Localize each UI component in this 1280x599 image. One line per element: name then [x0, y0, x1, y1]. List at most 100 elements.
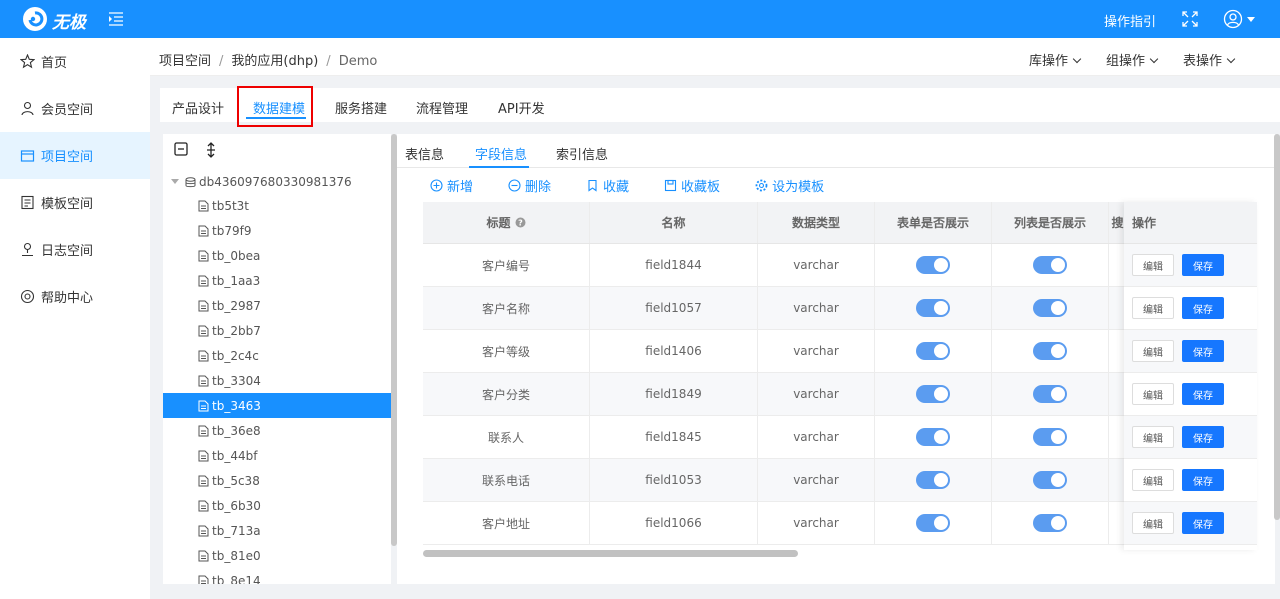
- save-button[interactable]: 保存: [1182, 383, 1224, 405]
- form-show-toggle[interactable]: [916, 256, 950, 274]
- edit-button[interactable]: 编辑: [1132, 297, 1174, 319]
- save-button[interactable]: 保存: [1182, 512, 1224, 534]
- form-show-toggle[interactable]: [916, 428, 950, 446]
- form-show-toggle[interactable]: [916, 514, 950, 532]
- save-button[interactable]: 保存: [1182, 469, 1224, 491]
- save-button[interactable]: 保存: [1182, 297, 1224, 319]
- tree-item[interactable]: tb_713a: [163, 518, 391, 543]
- tree-item-label: tb5t3t: [212, 198, 250, 213]
- tree-item-label: tb_1aa3: [212, 273, 261, 288]
- group-ops-dropdown[interactable]: 组操作: [1106, 50, 1159, 69]
- caret-down-icon: [171, 179, 179, 184]
- tree-root-db[interactable]: db436097680330981376: [171, 175, 352, 189]
- form-show-toggle[interactable]: [916, 299, 950, 317]
- operations-row: 编辑 保存: [1124, 459, 1257, 502]
- help-circle-icon[interactable]: ?: [515, 217, 526, 228]
- user-avatar-icon[interactable]: [1223, 9, 1243, 29]
- grid-header: 标题? 名称 数据类型 表单是否展示 列表是否展示 搜: [423, 202, 1126, 244]
- edit-button[interactable]: 编辑: [1132, 254, 1174, 276]
- tree-item-label: tb_5c38: [212, 473, 260, 488]
- table-ops-dropdown[interactable]: 表操作: [1183, 50, 1236, 69]
- sidebar-item-help[interactable]: 帮助中心: [0, 273, 150, 320]
- db-ops-dropdown[interactable]: 库操作: [1029, 50, 1082, 69]
- file-icon: [198, 450, 209, 461]
- favorites-board-button[interactable]: 收藏板: [664, 176, 720, 195]
- list-show-toggle[interactable]: [1033, 428, 1067, 446]
- user-dropdown-caret-icon[interactable]: [1247, 17, 1255, 22]
- cell-name: field1066: [590, 502, 758, 544]
- form-show-toggle[interactable]: [916, 342, 950, 360]
- list-show-toggle[interactable]: [1033, 514, 1067, 532]
- page-vertical-scrollbar[interactable]: [1274, 134, 1280, 520]
- edit-button[interactable]: 编辑: [1132, 469, 1174, 491]
- tab-service-build[interactable]: 服务搭建: [335, 98, 387, 117]
- tree-item-label: tb_8e14: [212, 573, 261, 585]
- set-template-button[interactable]: 设为模板: [755, 176, 824, 195]
- tree-item-label: tb_2bb7: [212, 323, 261, 338]
- tab-api-dev[interactable]: API开发: [498, 98, 545, 117]
- cell-list-show: [992, 502, 1109, 544]
- collapse-all-icon[interactable]: [174, 142, 188, 156]
- tree-item[interactable]: tb_6b30: [163, 493, 391, 518]
- list-show-toggle[interactable]: [1033, 471, 1067, 489]
- form-show-toggle[interactable]: [916, 471, 950, 489]
- tree-item[interactable]: tb79f9: [163, 218, 391, 243]
- breadcrumb-item[interactable]: 我的应用(dhp): [231, 54, 318, 69]
- file-icon: [198, 375, 209, 386]
- favorite-button[interactable]: 收藏: [586, 176, 629, 195]
- tree-item[interactable]: tb_0bea: [163, 243, 391, 268]
- expand-toggle-icon[interactable]: [204, 142, 218, 158]
- list-show-toggle[interactable]: [1033, 385, 1067, 403]
- save-button[interactable]: 保存: [1182, 340, 1224, 362]
- delete-label: 删除: [525, 180, 552, 195]
- breadcrumb-item[interactable]: 项目空间: [159, 54, 211, 69]
- tab-field-info[interactable]: 字段信息: [475, 144, 527, 163]
- column-header-title: 标题?: [423, 202, 590, 243]
- tab-process-mgmt[interactable]: 流程管理: [416, 98, 468, 117]
- delete-button[interactable]: 删除: [508, 176, 551, 195]
- file-icon: [198, 400, 209, 411]
- sidebar-item-templates[interactable]: 模板空间: [0, 179, 150, 226]
- column-header-label: 标题: [486, 216, 511, 230]
- tree-item[interactable]: tb5t3t: [163, 193, 391, 218]
- form-show-toggle[interactable]: [916, 385, 950, 403]
- tree-item[interactable]: tb_5c38: [163, 468, 391, 493]
- add-button[interactable]: 新增: [430, 176, 473, 195]
- menu-toggle-icon[interactable]: [108, 12, 124, 26]
- sidebar-item-logs[interactable]: 日志空间: [0, 226, 150, 273]
- tab-table-info[interactable]: 表信息: [405, 144, 444, 163]
- database-icon: [185, 176, 196, 187]
- fullscreen-icon[interactable]: [1182, 11, 1198, 27]
- cell-form-show: [875, 459, 992, 501]
- tree-item[interactable]: tb_8e14: [163, 568, 391, 584]
- edit-button[interactable]: 编辑: [1132, 512, 1174, 534]
- list-show-toggle[interactable]: [1033, 256, 1067, 274]
- tree-item[interactable]: tb_81e0: [163, 543, 391, 568]
- list-show-toggle[interactable]: [1033, 342, 1067, 360]
- save-button[interactable]: 保存: [1182, 426, 1224, 448]
- tree-item[interactable]: tb_2987: [163, 293, 391, 318]
- tree-item[interactable]: tb_2c4c: [163, 343, 391, 368]
- save-button[interactable]: 保存: [1182, 254, 1224, 276]
- tree-item[interactable]: tb_1aa3: [163, 268, 391, 293]
- tree-item[interactable]: tb_44bf: [163, 443, 391, 468]
- field-actions: 新增 删除 收藏 收藏板 设为模板: [430, 176, 824, 195]
- guide-link[interactable]: 操作指引: [1104, 11, 1156, 30]
- grid-horizontal-scrollbar[interactable]: [423, 550, 798, 557]
- sidebar-item-home[interactable]: 首页: [0, 38, 150, 85]
- tab-index-info[interactable]: 索引信息: [556, 144, 608, 163]
- edit-button[interactable]: 编辑: [1132, 426, 1174, 448]
- cell-form-show: [875, 416, 992, 458]
- edit-button[interactable]: 编辑: [1132, 383, 1174, 405]
- sidebar-item-projects[interactable]: 项目空间: [0, 132, 150, 179]
- tree-item[interactable]: tb_3463: [163, 393, 391, 418]
- tree-item[interactable]: tb_3304: [163, 368, 391, 393]
- list-show-toggle[interactable]: [1033, 299, 1067, 317]
- tree-item[interactable]: tb_2bb7: [163, 318, 391, 343]
- tree-item[interactable]: tb_36e8: [163, 418, 391, 443]
- file-icon: [198, 250, 209, 261]
- tab-product-design[interactable]: 产品设计: [172, 98, 224, 117]
- sidebar-item-members[interactable]: 会员空间: [0, 85, 150, 132]
- cell-name: field1844: [590, 244, 758, 286]
- edit-button[interactable]: 编辑: [1132, 340, 1174, 362]
